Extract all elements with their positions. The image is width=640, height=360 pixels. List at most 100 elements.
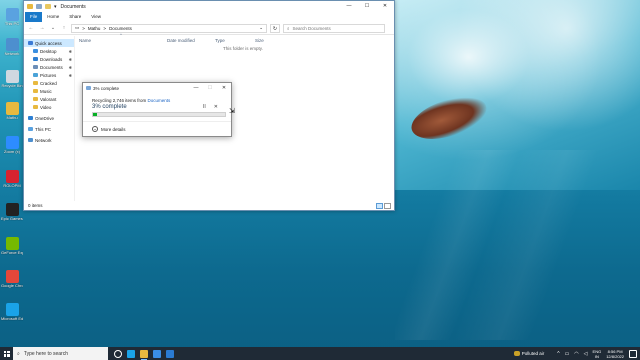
sort-arrow-icon: ^ — [120, 32, 122, 37]
dialog-close-button[interactable]: ✕ — [217, 85, 231, 91]
folder-icon — [33, 97, 38, 101]
taskbar-search[interactable]: ⌕ Type here to search — [13, 347, 108, 360]
pause-button[interactable]: II — [203, 104, 206, 110]
cancel-button[interactable]: ✕ — [214, 104, 218, 110]
network-icon — [28, 138, 33, 142]
desktop-shortcut-label: Microsoft Edge — [1, 317, 23, 321]
sidebar-item-downloads[interactable]: Downloads ✱ — [24, 55, 74, 63]
clock-date: 12/8/2022 — [606, 353, 624, 359]
details-view-icon[interactable] — [376, 202, 383, 209]
clock[interactable]: 8:56 PM 12/8/2022 — [606, 349, 624, 359]
sidebar-item-onedrive[interactable]: OneDrive — [24, 114, 74, 122]
documents-icon — [33, 65, 38, 69]
clock-time: 8:56 PM — [607, 348, 623, 354]
desktop-shortcut-label: ROLOPM — [3, 184, 21, 188]
onedrive-icon — [28, 116, 33, 120]
operation-text: Recycling 2,746 items from — [92, 98, 147, 103]
sidebar-item-network[interactable]: Network — [24, 136, 74, 144]
start-button[interactable] — [0, 347, 13, 360]
column-type[interactable]: Type — [215, 38, 225, 43]
address-separator: > — [103, 25, 107, 31]
windows-logo-icon — [3, 350, 10, 357]
geforce-icon — [5, 237, 19, 250]
column-name[interactable]: Name — [79, 38, 91, 43]
recent-chevron-icon[interactable]: ⌄ — [49, 25, 57, 31]
file-explorer-icon[interactable] — [140, 349, 148, 360]
desktop-shortcut[interactable]: This PC — [1, 8, 23, 26]
sidebar-item-label: Music — [40, 88, 52, 94]
edge-icon[interactable] — [127, 349, 135, 358]
refresh-button[interactable]: ↻ — [270, 23, 280, 33]
desktop-shortcut[interactable]: Epic Games Launcher — [1, 203, 23, 221]
address-root[interactable]: Mathu — [88, 26, 101, 31]
desktop-shortcut[interactable]: ROLOPM — [1, 170, 23, 188]
up-arrow-icon[interactable]: ↑ — [60, 25, 68, 31]
volume-icon[interactable]: ◁ — [584, 351, 588, 357]
wifi-icon[interactable]: ◠ — [574, 351, 578, 357]
more-details-button[interactable]: ⌄ More details — [92, 126, 126, 132]
sidebar-item-valorant[interactable]: Valorant — [24, 95, 74, 103]
desktop-shortcut[interactable]: Zoom (x) — [1, 136, 23, 154]
minimize-button[interactable]: — — [340, 1, 358, 12]
properties-icon[interactable] — [36, 4, 42, 9]
address-bar[interactable]: ▭ > Mathu > Documents ⌄ — [71, 23, 267, 33]
language-indicator[interactable]: ENG IN — [593, 349, 602, 359]
back-arrow-icon[interactable]: ← — [27, 25, 35, 31]
folder-icon — [33, 81, 38, 85]
search-input[interactable]: Search Documents — [293, 26, 331, 31]
desktop-shortcut[interactable]: Recycle Bin — [1, 70, 23, 88]
pin-icon: ✱ — [68, 56, 72, 62]
weather-widget[interactable]: Polluted air — [513, 351, 544, 356]
explorer-titlebar[interactable]: ▾ Documents — ☐ ✕ — [24, 1, 394, 12]
chevron-down-icon: ⌄ — [92, 126, 98, 132]
pin-icon: ✱ — [68, 72, 72, 78]
desktop-shortcut[interactable]: Mathu — [1, 102, 23, 120]
battery-icon[interactable]: ▭ — [565, 351, 570, 357]
sidebar-item-documents[interactable]: Documents ✱ — [24, 63, 74, 71]
sidebar-item-pictures[interactable]: Pictures ✱ — [24, 71, 74, 79]
address-row: ← → ⌄ ↑ ▭ > Mathu > Documents ⌄ ↻ ⌕ Sear… — [24, 22, 394, 35]
address-dropdown-icon[interactable]: ⌄ — [259, 25, 263, 31]
forward-arrow-icon[interactable]: → — [38, 25, 46, 31]
sidebar-item-label: Network — [35, 137, 52, 143]
sidebar-item-quick-access[interactable]: Quick access — [24, 39, 74, 47]
source-folder-link[interactable]: Documents — [148, 98, 171, 103]
chevron-down-icon[interactable]: ▾ — [54, 4, 57, 10]
new-folder-icon[interactable] — [45, 4, 51, 9]
column-date-modified[interactable]: Date modified — [167, 38, 195, 43]
desktop-shortcut[interactable]: Network — [1, 38, 23, 56]
hidden-icons-chevron-icon[interactable]: ^ — [557, 351, 559, 357]
tab-home[interactable]: Home — [42, 12, 64, 22]
tab-share[interactable]: Share — [64, 12, 86, 22]
maximize-button[interactable]: ☐ — [358, 1, 376, 12]
sidebar-item-video[interactable]: Video — [24, 103, 74, 111]
notifications-icon[interactable] — [629, 349, 637, 358]
sidebar-item-label: Video — [40, 104, 52, 110]
close-button[interactable]: ✕ — [376, 1, 394, 12]
sidebar-item-cracked[interactable]: Cracked — [24, 79, 74, 87]
taskbar-search-input[interactable]: Type here to search — [24, 351, 68, 357]
address-current[interactable]: Documents — [109, 26, 132, 31]
desktop-shortcut[interactable]: Microsoft Edge — [1, 303, 23, 321]
large-icons-view-icon[interactable] — [384, 202, 391, 209]
dialog-titlebar[interactable]: 3% complete — ☐ ✕ — [83, 83, 231, 93]
desktop-shortcut[interactable]: GeForce Experience — [1, 237, 23, 255]
tab-file[interactable]: File — [25, 12, 43, 22]
tab-view[interactable]: View — [86, 12, 106, 22]
taskbar: ⌕ Type here to search Polluted air ^ ▭ ◠… — [0, 347, 640, 360]
column-headers: Name ^ Date modified Type Size — [75, 32, 394, 44]
delete-progress-dialog[interactable]: 3% complete — ☐ ✕ Recycling 2,746 items … — [82, 82, 232, 137]
sidebar-item-music[interactable]: Music — [24, 87, 74, 95]
column-size[interactable]: Size — [255, 38, 264, 43]
pin-icon: ✱ — [68, 64, 72, 70]
mail-icon[interactable] — [166, 349, 174, 358]
sidebar-item-this-pc[interactable]: This PC — [24, 125, 74, 133]
dialog-minimize-button[interactable]: — — [189, 85, 203, 91]
search-box[interactable]: ⌕ Search Documents — [283, 23, 385, 33]
desktop-shortcut-label: GeForce Experience — [1, 251, 23, 255]
desktop-shortcut-label: Network — [4, 52, 20, 56]
task-view-icon[interactable] — [114, 349, 122, 358]
store-icon[interactable] — [153, 349, 161, 358]
desktop-shortcut[interactable]: Google Chrome — [1, 270, 23, 288]
sidebar-item-desktop[interactable]: Desktop ✱ — [24, 47, 74, 55]
